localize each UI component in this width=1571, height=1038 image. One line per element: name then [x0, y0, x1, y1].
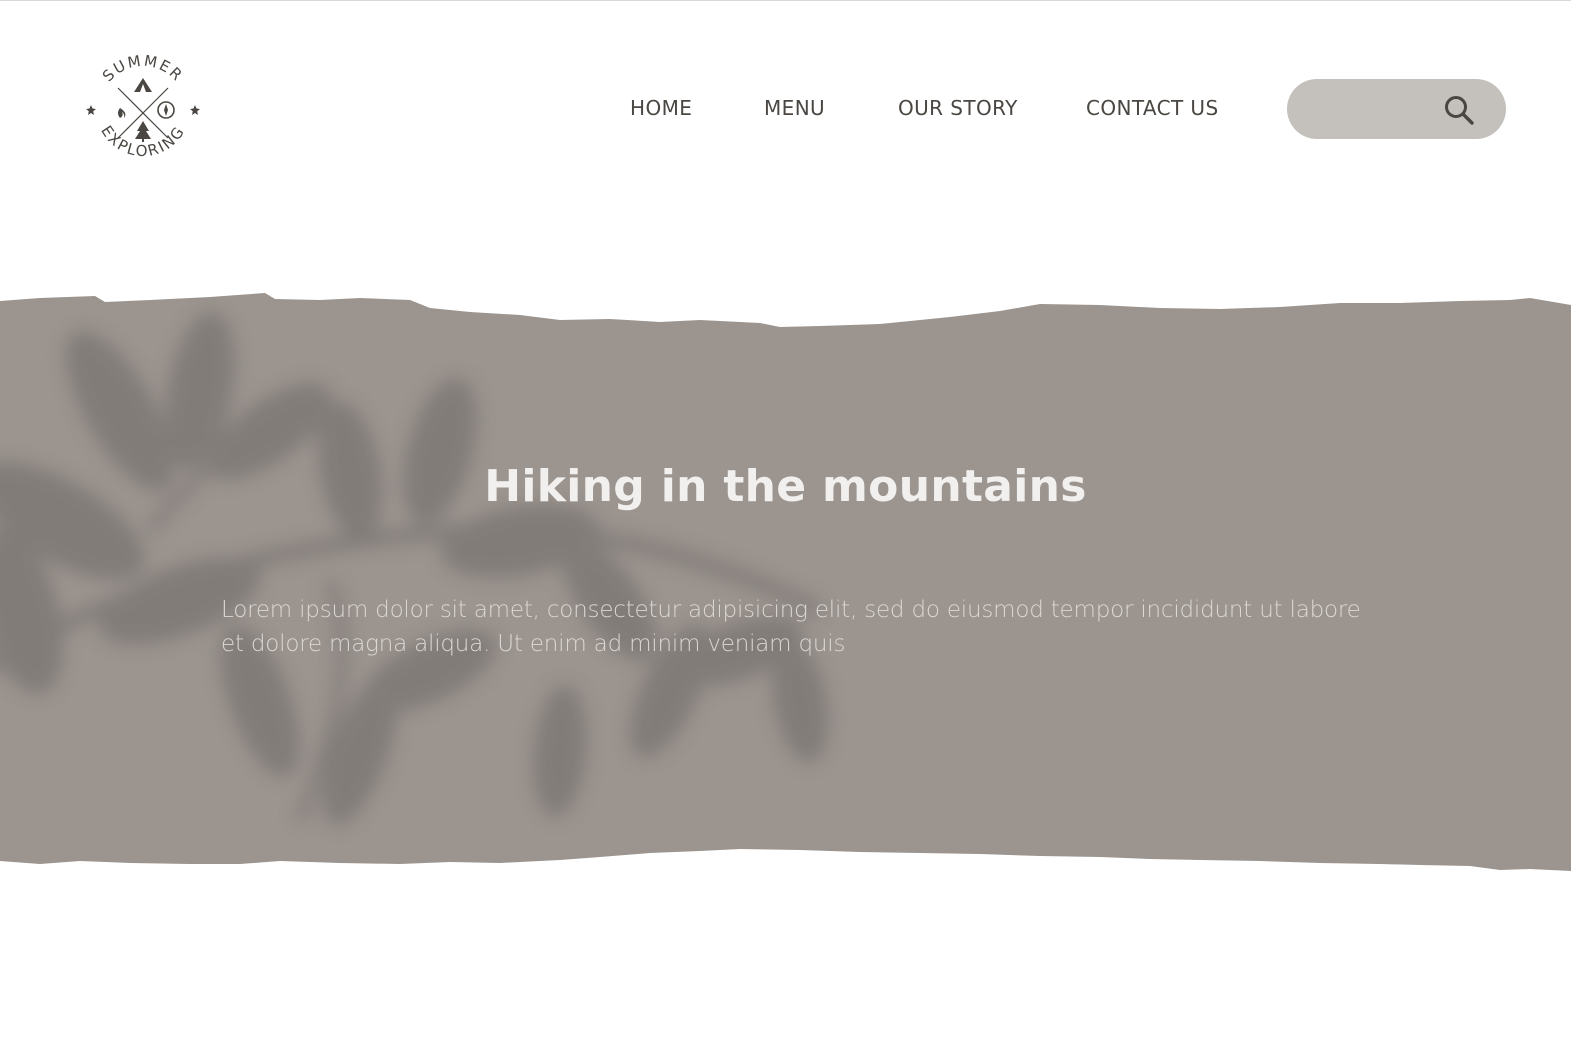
nav-contact-us[interactable]: CONTACT US [1086, 96, 1219, 120]
nav-home[interactable]: HOME [630, 96, 692, 120]
page: SUMMER EXPLORING HOME MENU OUR STORY CON… [0, 0, 1571, 1038]
hero-description: Lorem ipsum dolor sit amet, consectetur … [221, 597, 1361, 657]
nav-menu[interactable]: MENU [764, 96, 825, 120]
search-bar [1287, 79, 1506, 139]
hero-banner [0, 293, 1571, 871]
search-input[interactable] [1309, 93, 1443, 127]
nav-our-story[interactable]: OUR STORY [898, 96, 1018, 120]
hero-title: Hiking in the mountains [484, 461, 1087, 512]
search-icon[interactable] [1443, 94, 1475, 126]
